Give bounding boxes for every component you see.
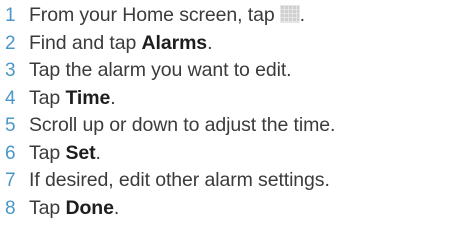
step-number: 3 [5, 60, 16, 81]
step-text-before: Tap [29, 196, 66, 219]
step-text: Scroll up or down to adjust the time. [29, 114, 336, 136]
ui-term-alarms: Alarms [141, 31, 208, 54]
step-text-after: . [207, 31, 213, 54]
step-4: 4 Tap Time. [0, 85, 470, 113]
ui-term-done: Done [65, 196, 114, 219]
instruction-steps: 1 From your Home screen, tap . 2 Find an… [0, 0, 470, 222]
step-text-before: From your Home screen, tap [29, 4, 275, 26]
app-grid-icon [279, 5, 300, 23]
step-number: 8 [5, 197, 16, 219]
step-text: Tap the alarm you want to edit. [29, 59, 292, 81]
step-text: Tap Time. [29, 85, 116, 113]
step-text: If desired, edit other alarm settings. [29, 169, 330, 191]
step-1: 1 From your Home screen, tap . [0, 2, 470, 30]
step-text: Find and tap Alarms. [29, 30, 212, 58]
step-text-after: . [113, 196, 120, 219]
step-number: 2 [5, 32, 16, 54]
step-6: 6 Tap Set. [0, 140, 470, 168]
step-text-before: Tap [29, 141, 66, 164]
step-text: Tap Set. [29, 140, 101, 168]
step-number: 1 [5, 5, 16, 26]
step-text-after: . [95, 141, 101, 164]
step-text: From your Home screen, tap . [29, 2, 305, 30]
step-number: 4 [5, 87, 16, 109]
step-3: 3 Tap the alarm you want to edit. [0, 57, 470, 85]
step-text-after: . [299, 4, 305, 26]
step-8: 8 Tap Done. [0, 195, 470, 223]
step-7: 7 If desired, edit other alarm settings. [0, 167, 470, 195]
step-text-before: Find and tap [29, 31, 142, 54]
step-5: 5 Scroll up or down to adjust the time. [0, 112, 470, 140]
step-text-before: Tap [29, 86, 66, 109]
step-number: 5 [5, 115, 16, 136]
step-text: Tap Done. [29, 195, 119, 223]
step-2: 2 Find and tap Alarms. [0, 30, 470, 58]
step-text-after: . [110, 86, 116, 109]
ui-term-set: Set [65, 141, 96, 164]
step-number: 7 [5, 170, 16, 191]
ui-term-time: Time [65, 86, 111, 109]
step-number: 6 [5, 142, 16, 164]
